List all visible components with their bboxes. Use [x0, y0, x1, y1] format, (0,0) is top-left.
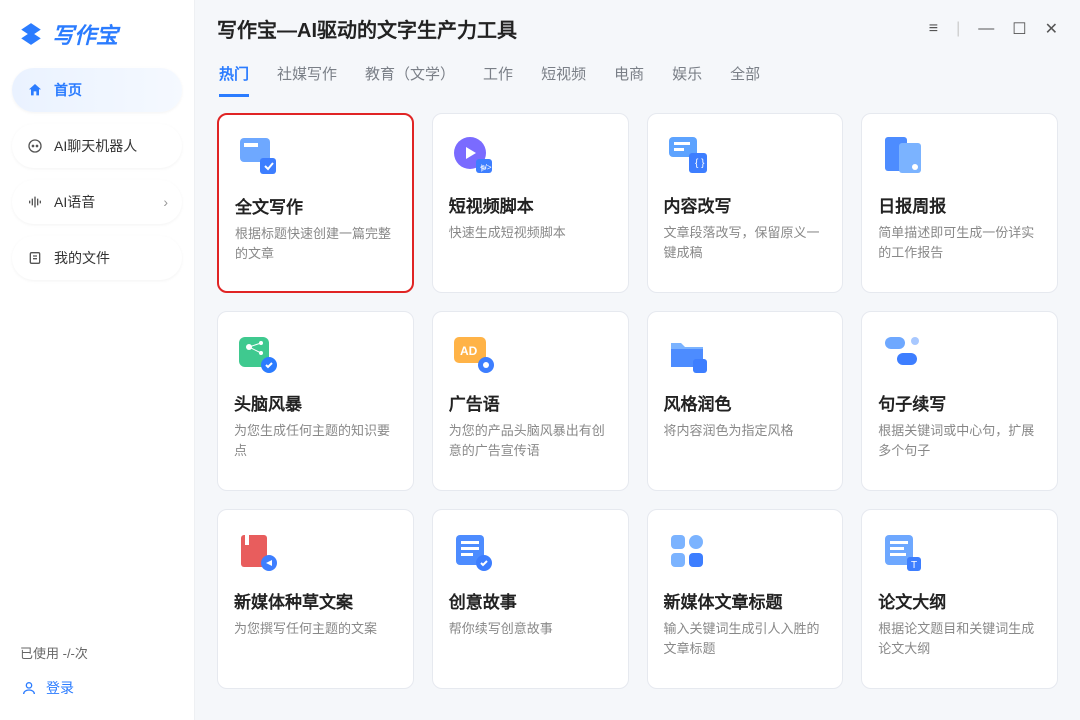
grid-icon: [664, 528, 712, 576]
login-label: 登录: [46, 678, 74, 698]
card-title: 日报周报: [878, 192, 1041, 217]
nav-label: AI语音: [54, 192, 95, 212]
doc-icon: [235, 133, 283, 181]
card-title: 论文大纲: [878, 588, 1041, 613]
card-headline[interactable]: 新媒体文章标题 输入关键词生成引人入胜的文章标题: [647, 509, 844, 689]
card-brainstorm[interactable]: 头脑风暴 为您生成任何主题的知识要点: [217, 311, 414, 491]
svg-text:</>: </>: [480, 163, 492, 172]
titlebar: 写作宝—AI驱动的文字生产力工具 ≡ | — ☐ ✕: [195, 0, 1080, 49]
tab-shortvideo[interactable]: 短视频: [541, 63, 586, 97]
card-desc: 帮你续写创意故事: [449, 619, 612, 639]
card-title: 新媒体文章标题: [664, 588, 827, 613]
story-icon: [449, 528, 497, 576]
card-title: 新媒体种草文案: [234, 588, 397, 613]
tab-edu[interactable]: 教育（文学）: [365, 63, 455, 97]
nav-voice[interactable]: AI语音 ›: [12, 180, 182, 224]
folder-icon: [664, 330, 712, 378]
usage-text: 已使用 -/-次: [20, 643, 174, 662]
card-shortvideo[interactable]: </> 短视频脚本 快速生成短视频脚本: [432, 113, 629, 293]
card-desc: 快速生成短视频脚本: [449, 223, 612, 243]
login-button[interactable]: 登录: [20, 678, 174, 698]
sidebar-bottom: 已使用 -/-次 登录: [12, 635, 182, 706]
card-story[interactable]: 创意故事 帮你续写创意故事: [432, 509, 629, 689]
card-desc: 文章段落改写，保留原义一键成稿: [664, 223, 827, 262]
card-desc: 将内容润色为指定风格: [664, 421, 827, 441]
link-icon: [878, 330, 926, 378]
menu-icon[interactable]: ≡: [929, 20, 938, 38]
card-desc: 根据论文题目和关键词生成论文大纲: [878, 619, 1041, 658]
card-grid: 全文写作 根据标题快速创建一篇完整的文章 </> 短视频脚本 快速生成短视频脚本…: [195, 97, 1080, 720]
voice-icon: [26, 193, 44, 211]
card-fulltext[interactable]: 全文写作 根据标题快速创建一篇完整的文章: [217, 113, 414, 293]
nav-chatbot[interactable]: AI聊天机器人: [12, 124, 182, 168]
card-report[interactable]: 日报周报 简单描述即可生成一份详实的工作报告: [861, 113, 1058, 293]
card-title: 风格润色: [664, 390, 827, 415]
card-desc: 根据关键词或中心句，扩展多个句子: [878, 421, 1041, 460]
card-outline[interactable]: T 论文大纲 根据论文题目和关键词生成论文大纲: [861, 509, 1058, 689]
svg-text:AD: AD: [460, 344, 478, 358]
user-icon: [20, 679, 38, 697]
main: 写作宝—AI驱动的文字生产力工具 ≡ | — ☐ ✕ 热门 社媒写作 教育（文学…: [195, 0, 1080, 720]
logo-icon: [18, 21, 44, 47]
card-desc: 为您撰写任何主题的文案: [234, 619, 397, 639]
file-icon: [26, 249, 44, 267]
card-title: 全文写作: [235, 193, 396, 218]
card-title: 句子续写: [878, 390, 1041, 415]
card-desc: 为您的产品头脑风暴出有创意的广告宣传语: [449, 421, 612, 460]
nav-label: 我的文件: [54, 248, 110, 268]
tab-work[interactable]: 工作: [483, 63, 513, 97]
minimize-icon[interactable]: —: [978, 20, 994, 38]
nav: 首页 AI聊天机器人 AI语音 › 我的文件: [12, 68, 182, 280]
nav-files[interactable]: 我的文件: [12, 236, 182, 280]
svg-text:T: T: [911, 560, 917, 571]
card-title: 创意故事: [449, 588, 612, 613]
card-ad[interactable]: AD 广告语 为您的产品头脑风暴出有创意的广告宣传语: [432, 311, 629, 491]
window-controls: ≡ | — ☐ ✕: [929, 19, 1058, 39]
card-title: 广告语: [449, 390, 612, 415]
card-title: 短视频脚本: [449, 192, 612, 217]
chevron-right-icon: ›: [163, 194, 168, 210]
tab-ecommerce[interactable]: 电商: [614, 63, 644, 97]
report-icon: [878, 132, 926, 180]
svg-text:{ }: { }: [695, 158, 705, 169]
logo: 写作宝: [12, 14, 182, 68]
card-polish[interactable]: 风格润色 将内容润色为指定风格: [647, 311, 844, 491]
home-icon: [26, 81, 44, 99]
card-desc: 根据标题快速创建一篇完整的文章: [235, 224, 396, 263]
divider: |: [956, 20, 960, 38]
card-title: 内容改写: [664, 192, 827, 217]
logo-text: 写作宝: [52, 18, 118, 50]
card-rewrite[interactable]: { } 内容改写 文章段落改写，保留原义一键成稿: [647, 113, 844, 293]
card-desc: 输入关键词生成引人入胜的文章标题: [664, 619, 827, 658]
card-grass[interactable]: 新媒体种草文案 为您撰写任何主题的文案: [217, 509, 414, 689]
rewrite-icon: { }: [664, 132, 712, 180]
tab-hot[interactable]: 热门: [219, 63, 249, 97]
tabs: 热门 社媒写作 教育（文学） 工作 短视频 电商 娱乐 全部: [195, 49, 1080, 97]
nav-label: AI聊天机器人: [54, 136, 137, 156]
tab-entertain[interactable]: 娱乐: [672, 63, 702, 97]
book-icon: [234, 528, 282, 576]
card-desc: 简单描述即可生成一份详实的工作报告: [878, 223, 1041, 262]
nav-label: 首页: [54, 80, 82, 100]
ad-icon: AD: [449, 330, 497, 378]
nav-home[interactable]: 首页: [12, 68, 182, 112]
play-icon: </>: [449, 132, 497, 180]
sidebar: 写作宝 首页 AI聊天机器人 AI语音 › 我的文件 已使用 -/-次 登录: [0, 0, 195, 720]
mindmap-icon: [234, 330, 282, 378]
card-desc: 为您生成任何主题的知识要点: [234, 421, 397, 460]
outline-icon: T: [878, 528, 926, 576]
maximize-icon[interactable]: ☐: [1012, 19, 1026, 39]
card-sentence[interactable]: 句子续写 根据关键词或中心句，扩展多个句子: [861, 311, 1058, 491]
chat-icon: [26, 137, 44, 155]
app-title: 写作宝—AI驱动的文字生产力工具: [217, 14, 517, 43]
close-icon[interactable]: ✕: [1045, 19, 1058, 39]
tab-social[interactable]: 社媒写作: [277, 63, 337, 97]
card-title: 头脑风暴: [234, 390, 397, 415]
tab-all[interactable]: 全部: [730, 63, 760, 97]
